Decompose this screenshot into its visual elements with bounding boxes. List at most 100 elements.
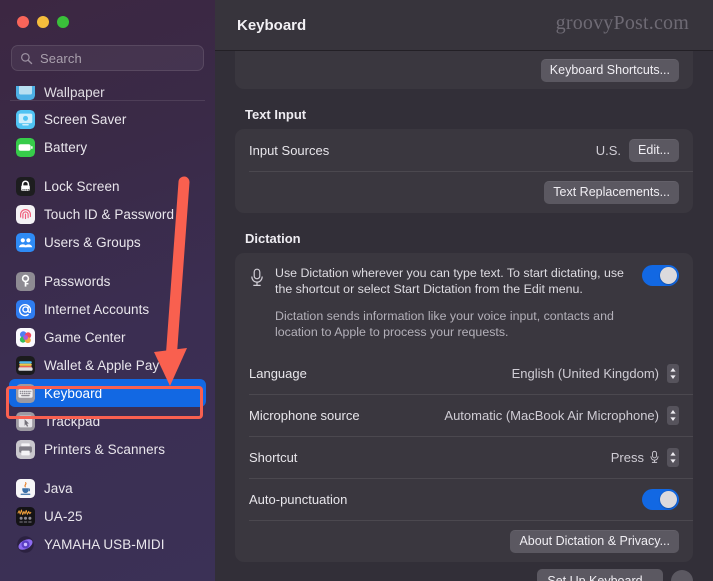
sidebar-item-users-groups[interactable]: Users & Groups bbox=[9, 228, 206, 256]
close-button[interactable] bbox=[17, 16, 29, 28]
sidebar-item-wallet-apple-pay[interactable]: Wallet & Apple Pay bbox=[9, 351, 206, 379]
system-settings-window: Search Wallpaper Screen Saver Battery Lo… bbox=[0, 0, 713, 581]
screen-saver-icon bbox=[16, 109, 35, 129]
sidebar-item-yamaha-usb-midi[interactable]: YAMAHA USB-MIDI bbox=[9, 530, 206, 558]
sidebar-item-keyboard[interactable]: Keyboard bbox=[9, 379, 206, 407]
sidebar-item-label: YAMAHA USB-MIDI bbox=[44, 536, 165, 552]
sidebar-item-label: UA-25 bbox=[44, 508, 83, 524]
about-dictation-privacy-button[interactable]: About Dictation & Privacy... bbox=[510, 529, 679, 553]
page-title: Keyboard bbox=[237, 16, 307, 34]
window-traffic-lights bbox=[0, 0, 215, 40]
text-replacements-button[interactable]: Text Replacements... bbox=[544, 180, 679, 204]
search-placeholder: Search bbox=[40, 50, 82, 66]
watermark: groovyPost.com bbox=[555, 12, 689, 34]
dictation-description-row: Use Dictation wherever you can type text… bbox=[235, 253, 693, 352]
sidebar-item-wallpaper[interactable]: Wallpaper bbox=[9, 86, 206, 100]
keyboard-shortcuts-row: Keyboard Shortcuts... bbox=[235, 51, 693, 89]
dictation-description: Use Dictation wherever you can type text… bbox=[275, 265, 642, 340]
input-sources-value: U.S. bbox=[595, 142, 622, 158]
trackpad-icon bbox=[16, 411, 35, 431]
ua-25-icon bbox=[16, 506, 35, 526]
shortcut-popup-stepper[interactable] bbox=[667, 447, 679, 467]
language-label: Language bbox=[249, 365, 307, 381]
sidebar-item-passwords[interactable]: Passwords bbox=[9, 267, 206, 295]
text-input-card: Input Sources U.S. Edit... Text Replacem… bbox=[235, 129, 693, 213]
sidebar-item-label: Battery bbox=[44, 139, 88, 155]
sidebar-item-trackpad[interactable]: Trackpad bbox=[9, 407, 206, 435]
main-pane: Keyboard groovyPost.com Keyboard Shortcu… bbox=[215, 0, 713, 581]
dictation-shortcut-row: Shortcut Press bbox=[235, 436, 693, 478]
yamaha-usb-midi-icon bbox=[16, 535, 35, 554]
sidebar-item-label: Wallet & Apple Pay bbox=[44, 357, 160, 373]
sidebar-item-lock-screen[interactable]: Lock Screen bbox=[9, 172, 206, 200]
auto-punctuation-label: Auto-punctuation bbox=[249, 491, 348, 507]
sidebar-item-printers-scanners[interactable]: Printers & Scanners bbox=[9, 435, 206, 463]
keyboard-shortcuts-button[interactable]: Keyboard Shortcuts... bbox=[540, 58, 679, 82]
shortcut-label: Shortcut bbox=[249, 449, 298, 465]
dictation-description-1: Use Dictation wherever you can type text… bbox=[275, 266, 624, 296]
printer-icon bbox=[16, 439, 35, 459]
sidebar-item-internet-accounts[interactable]: Internet Accounts bbox=[9, 295, 206, 323]
sidebar-item-label: Users & Groups bbox=[44, 234, 141, 250]
sidebar-item-label: Screen Saver bbox=[44, 111, 127, 127]
sidebar-item-label: Wallpaper bbox=[44, 86, 105, 100]
sidebar-item-label: Game Center bbox=[44, 329, 126, 345]
lock-screen-icon bbox=[16, 176, 35, 196]
language-value: English (United Kingdom) bbox=[511, 365, 659, 381]
text-replacements-row: Text Replacements... bbox=[235, 171, 693, 213]
sidebar-item-label: Java bbox=[44, 480, 73, 496]
set-up-keyboard-button[interactable]: Set Up Keyboard... bbox=[537, 569, 663, 581]
internet-accounts-at-icon bbox=[16, 299, 35, 319]
sidebar-item-label: Trackpad bbox=[44, 413, 101, 429]
settings-content[interactable]: Keyboard Shortcuts... Text Input Input S… bbox=[215, 51, 713, 581]
minimize-button[interactable] bbox=[37, 16, 49, 28]
dictation-language-row: Language English (United Kingdom) bbox=[235, 352, 693, 394]
battery-icon bbox=[16, 137, 35, 157]
sidebar-item-java[interactable]: Java bbox=[9, 474, 206, 502]
sidebar-item-label: Printers & Scanners bbox=[44, 441, 165, 457]
bottom-peek-row: Set Up Keyboard... bbox=[235, 569, 693, 581]
language-popup-stepper[interactable] bbox=[667, 363, 679, 383]
dictation-description-2: Dictation sends information like your vo… bbox=[275, 309, 614, 339]
dictation-card: Use Dictation wherever you can type text… bbox=[235, 253, 693, 562]
game-center-icon bbox=[16, 327, 35, 347]
sidebar-item-label: Passwords bbox=[44, 273, 111, 289]
pane-titlebar: Keyboard groovyPost.com bbox=[215, 0, 713, 51]
keyboard-icon bbox=[16, 383, 35, 403]
shortcut-value: Press bbox=[610, 449, 644, 465]
auto-punctuation-row: Auto-punctuation bbox=[235, 478, 693, 520]
sidebar-item-touch-id[interactable]: Touch ID & Password bbox=[9, 200, 206, 228]
auto-punctuation-toggle[interactable] bbox=[642, 488, 679, 510]
wallpaper-icon bbox=[16, 86, 35, 100]
sidebar-item-label: Touch ID & Password bbox=[44, 206, 175, 222]
keyboard-card: Keyboard Shortcuts... bbox=[235, 51, 693, 89]
microphone-source-value: Automatic (MacBook Air Microphone) bbox=[444, 407, 659, 423]
text-input-section-title: Text Input bbox=[245, 107, 307, 122]
sidebar-item-battery[interactable]: Battery bbox=[9, 133, 206, 161]
search-container: Search bbox=[0, 40, 215, 71]
shortcut-microphone-icon bbox=[649, 450, 660, 464]
sidebar-item-game-center[interactable]: Game Center bbox=[9, 323, 206, 351]
touch-id-icon bbox=[16, 204, 35, 224]
microphone-source-label: Microphone source bbox=[249, 407, 360, 423]
dictation-microphone-source-row: Microphone source Automatic (MacBook Air… bbox=[235, 394, 693, 436]
microphone-source-popup-stepper[interactable] bbox=[667, 405, 679, 425]
users-groups-icon bbox=[16, 232, 35, 252]
edit-input-sources-button[interactable]: Edit... bbox=[629, 138, 679, 162]
help-button[interactable] bbox=[671, 570, 693, 581]
sidebar-item-ua-25[interactable]: UA-25 bbox=[9, 502, 206, 530]
input-sources-row: Input Sources U.S. Edit... bbox=[235, 129, 693, 171]
dictation-toggle[interactable] bbox=[642, 265, 679, 286]
sidebar-item-screen-saver[interactable]: Screen Saver bbox=[9, 105, 206, 133]
java-icon bbox=[16, 478, 35, 498]
search-input[interactable]: Search bbox=[11, 45, 204, 71]
microphone-icon bbox=[249, 265, 275, 293]
zoom-button[interactable] bbox=[57, 16, 69, 28]
passwords-key-icon bbox=[16, 271, 35, 291]
input-sources-label: Input Sources bbox=[249, 142, 330, 158]
sidebar: Search Wallpaper Screen Saver Battery Lo… bbox=[0, 0, 215, 581]
sidebar-scroll-area[interactable]: Wallpaper Screen Saver Battery Lock Scre… bbox=[0, 86, 215, 581]
